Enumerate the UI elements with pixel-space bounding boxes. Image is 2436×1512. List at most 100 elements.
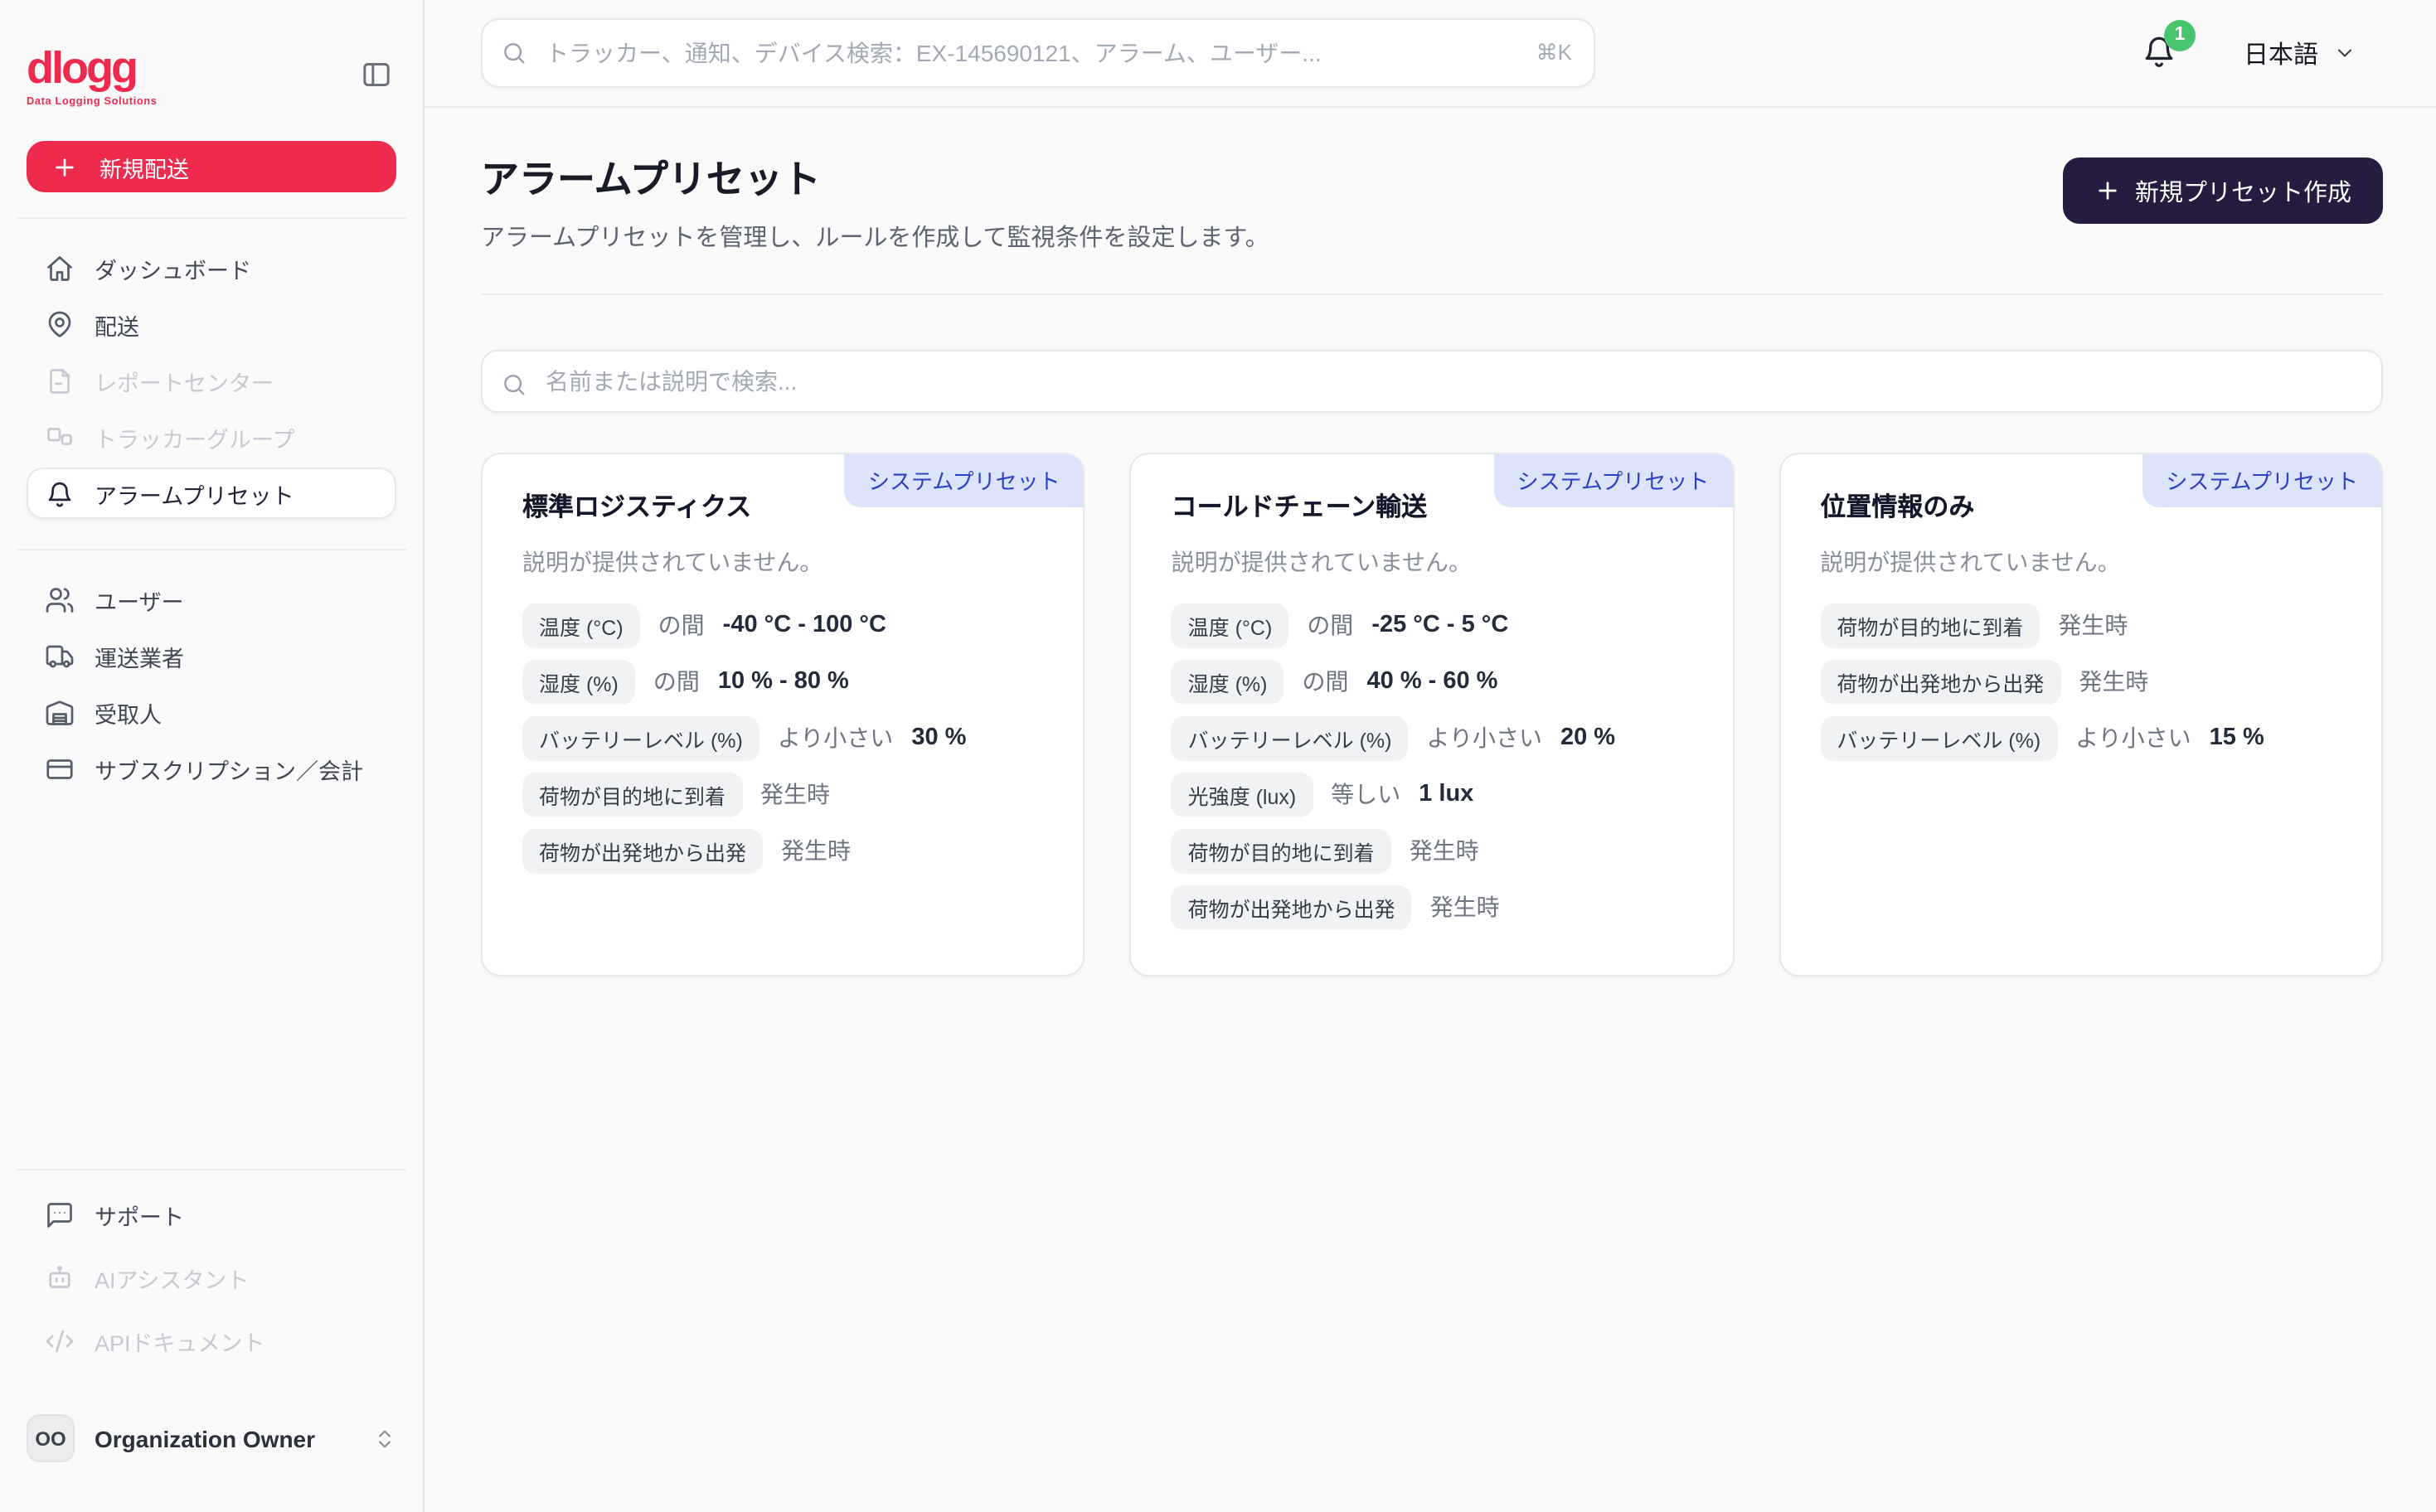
preset-description: 説明が提供されていません。	[522, 545, 1044, 578]
chevron-down-icon	[2333, 41, 2356, 65]
logo-tagline: Data Logging Solutions	[27, 96, 158, 108]
rule-value: 1 lux	[1419, 781, 1473, 807]
truck-icon	[45, 641, 75, 671]
sidebar-item-alarm-presets[interactable]: アラームプリセット	[27, 468, 396, 519]
rule-list: 荷物が目的地に到着 発生時 荷物が出発地から出発 発生時 バッテリーレベル (%…	[1820, 603, 2341, 760]
rule-condition: より小さい	[1427, 721, 1542, 754]
home-icon	[45, 253, 75, 283]
sidebar-item-label: サポート	[95, 1199, 184, 1232]
sidebar-item-users[interactable]: ユーザー	[27, 574, 396, 625]
sidebar-item-dashboard[interactable]: ダッシュボード	[27, 242, 396, 293]
sidebar-spacer	[27, 799, 396, 1144]
top-bar-actions: 1 日本語	[2141, 32, 2356, 74]
preset-card-cold-chain[interactable]: システムプリセット コールドチェーン輸送 説明が提供されていません。 温度 (°…	[1130, 452, 1735, 976]
sidebar-item-subscription-accounting[interactable]: サブスクリプション／会計	[27, 743, 396, 794]
rule-row: 荷物が目的地に到着 発生時	[1172, 828, 1693, 873]
header-divider	[481, 293, 2383, 294]
chevrons-up-down-icon	[373, 1427, 396, 1450]
rule-value: 20 %	[1560, 724, 1615, 751]
sidebar-item-label: サブスクリプション／会計	[95, 752, 363, 785]
sidebar-nav-footer: サポート AIアシスタント APIドキュメント	[27, 1187, 396, 1376]
sidebar-item-api-docs[interactable]: APIドキュメント	[27, 1313, 396, 1369]
preset-filter	[481, 349, 2383, 412]
sidebar-item-report-center[interactable]: レポートセンター	[27, 355, 396, 406]
sidebar-item-label: APIドキュメント	[95, 1325, 265, 1358]
metric-chip: 荷物が目的地に到着	[1820, 603, 2040, 647]
logo: dlogg Data Logging Solutions	[27, 46, 158, 108]
notification-badge: 1	[2164, 19, 2196, 51]
user-name: Organization Owner	[95, 1425, 353, 1451]
sidebar-item-label: レポートセンター	[95, 364, 274, 397]
preset-card-grid: システムプリセット 標準ロジスティクス 説明が提供されていません。 温度 (°C…	[481, 452, 2383, 976]
sidebar-item-recipients[interactable]: 受取人	[27, 686, 396, 738]
rule-list: 温度 (°C) の間 -40 °C - 100 °C 湿度 (%) の間 10 …	[522, 603, 1044, 873]
map-pin-icon	[45, 309, 75, 339]
sidebar-item-carriers[interactable]: 運送業者	[27, 630, 396, 681]
rule-condition: の間	[1307, 608, 1353, 642]
rule-condition: 発生時	[781, 834, 851, 867]
rule-row: 荷物が出発地から出発 発生時	[522, 828, 1044, 873]
page-title: アラームプリセット	[481, 158, 1269, 203]
keyboard-shortcut: ⌘K	[1536, 40, 1572, 66]
rule-condition: 発生時	[760, 778, 830, 811]
preset-card-standard-logistics[interactable]: システムプリセット 標準ロジスティクス 説明が提供されていません。 温度 (°C…	[481, 452, 1085, 976]
search-icon	[501, 40, 527, 66]
sidebar: dlogg Data Logging Solutions 新規配送 ダッシュボー…	[0, 0, 425, 1512]
metric-chip: バッテリーレベル (%)	[1820, 715, 2057, 760]
metric-chip: 温度 (°C)	[1172, 603, 1289, 647]
notifications-button[interactable]: 1	[2141, 32, 2177, 74]
sidebar-item-shipments[interactable]: 配送	[27, 298, 396, 350]
credit-card-icon	[45, 754, 75, 783]
rule-row: 荷物が目的地に到着 発生時	[522, 772, 1044, 817]
plus-icon	[2094, 177, 2120, 204]
sidebar-item-ai-assistant[interactable]: AIアシスタント	[27, 1250, 396, 1306]
sidebar-nav-main: ダッシュボード 配送 レポートセンター トラッカーグループ アラームプリセット	[27, 242, 396, 524]
sidebar-item-tracker-groups[interactable]: トラッカーグループ	[27, 411, 396, 463]
tracker-group-icon	[45, 422, 75, 452]
rule-condition: 発生時	[2058, 608, 2128, 642]
rule-row: 湿度 (%) の間 10 % - 80 %	[522, 659, 1044, 704]
sidebar-item-label: ユーザー	[95, 583, 183, 616]
page-header-text: アラームプリセット アラームプリセットを管理し、ルールを作成して監視条件を設定し…	[481, 158, 1269, 253]
metric-chip: バッテリーレベル (%)	[522, 715, 759, 760]
chat-icon	[45, 1200, 75, 1230]
preset-card-location-only[interactable]: システムプリセット 位置情報のみ 説明が提供されていません。 荷物が目的地に到着…	[1778, 452, 2383, 976]
metric-chip: バッテリーレベル (%)	[1172, 715, 1409, 760]
sidebar-item-label: アラームプリセット	[95, 477, 294, 510]
global-search-input[interactable]	[481, 18, 1595, 88]
metric-chip: 温度 (°C)	[522, 603, 640, 647]
app-root: dlogg Data Logging Solutions 新規配送 ダッシュボー…	[0, 0, 2436, 1512]
plus-icon	[51, 153, 78, 180]
rule-condition: の間	[1303, 665, 1349, 698]
sidebar-nav-admin: ユーザー 運送業者 受取人 サブスクリプション／会計	[27, 574, 396, 799]
rule-row: バッテリーレベル (%) より小さい 30 %	[522, 715, 1044, 760]
rule-condition: 発生時	[1430, 890, 1500, 923]
system-preset-badge: システムプリセット	[1494, 453, 1733, 506]
system-preset-badge: システムプリセット	[845, 453, 1084, 506]
preset-description: 説明が提供されていません。	[1172, 545, 1693, 578]
preset-description: 説明が提供されていません。	[1820, 545, 2341, 578]
language-selector[interactable]: 日本語	[2244, 36, 2356, 70]
sidebar-item-support[interactable]: サポート	[27, 1187, 396, 1243]
sidebar-item-label: ダッシュボード	[95, 251, 251, 284]
sidebar-collapse-button[interactable]	[357, 55, 396, 99]
rule-condition: 発生時	[2079, 665, 2148, 698]
logo-text: dlogg	[27, 46, 158, 91]
bell-icon	[45, 478, 75, 508]
rule-value: 15 %	[2210, 724, 2264, 751]
search-icon	[501, 371, 527, 397]
report-icon	[45, 366, 75, 395]
sidebar-item-label: AIアシスタント	[95, 1262, 249, 1295]
rule-condition: より小さい	[778, 721, 893, 754]
new-shipment-button[interactable]: 新規配送	[27, 141, 396, 192]
rule-list: 温度 (°C) の間 -25 °C - 5 °C 湿度 (%) の間 40 % …	[1172, 603, 1693, 929]
rule-row: バッテリーレベル (%) より小さい 15 %	[1820, 715, 2341, 760]
preset-filter-input[interactable]	[481, 349, 2383, 412]
metric-chip: 荷物が出発地から出発	[1820, 659, 2060, 704]
main-area: ⌘K 1 日本語 アラームプリセット アラームプリセットを管理し、ルールを作成し…	[425, 0, 2436, 1512]
rule-value: 30 %	[911, 724, 966, 751]
create-preset-label: 新規プリセット作成	[2135, 173, 2351, 208]
create-preset-button[interactable]: 新規プリセット作成	[2062, 158, 2383, 224]
user-menu[interactable]: OO Organization Owner	[27, 1414, 396, 1462]
page-content: アラームプリセット アラームプリセットを管理し、ルールを作成して監視条件を設定し…	[425, 108, 2436, 1512]
